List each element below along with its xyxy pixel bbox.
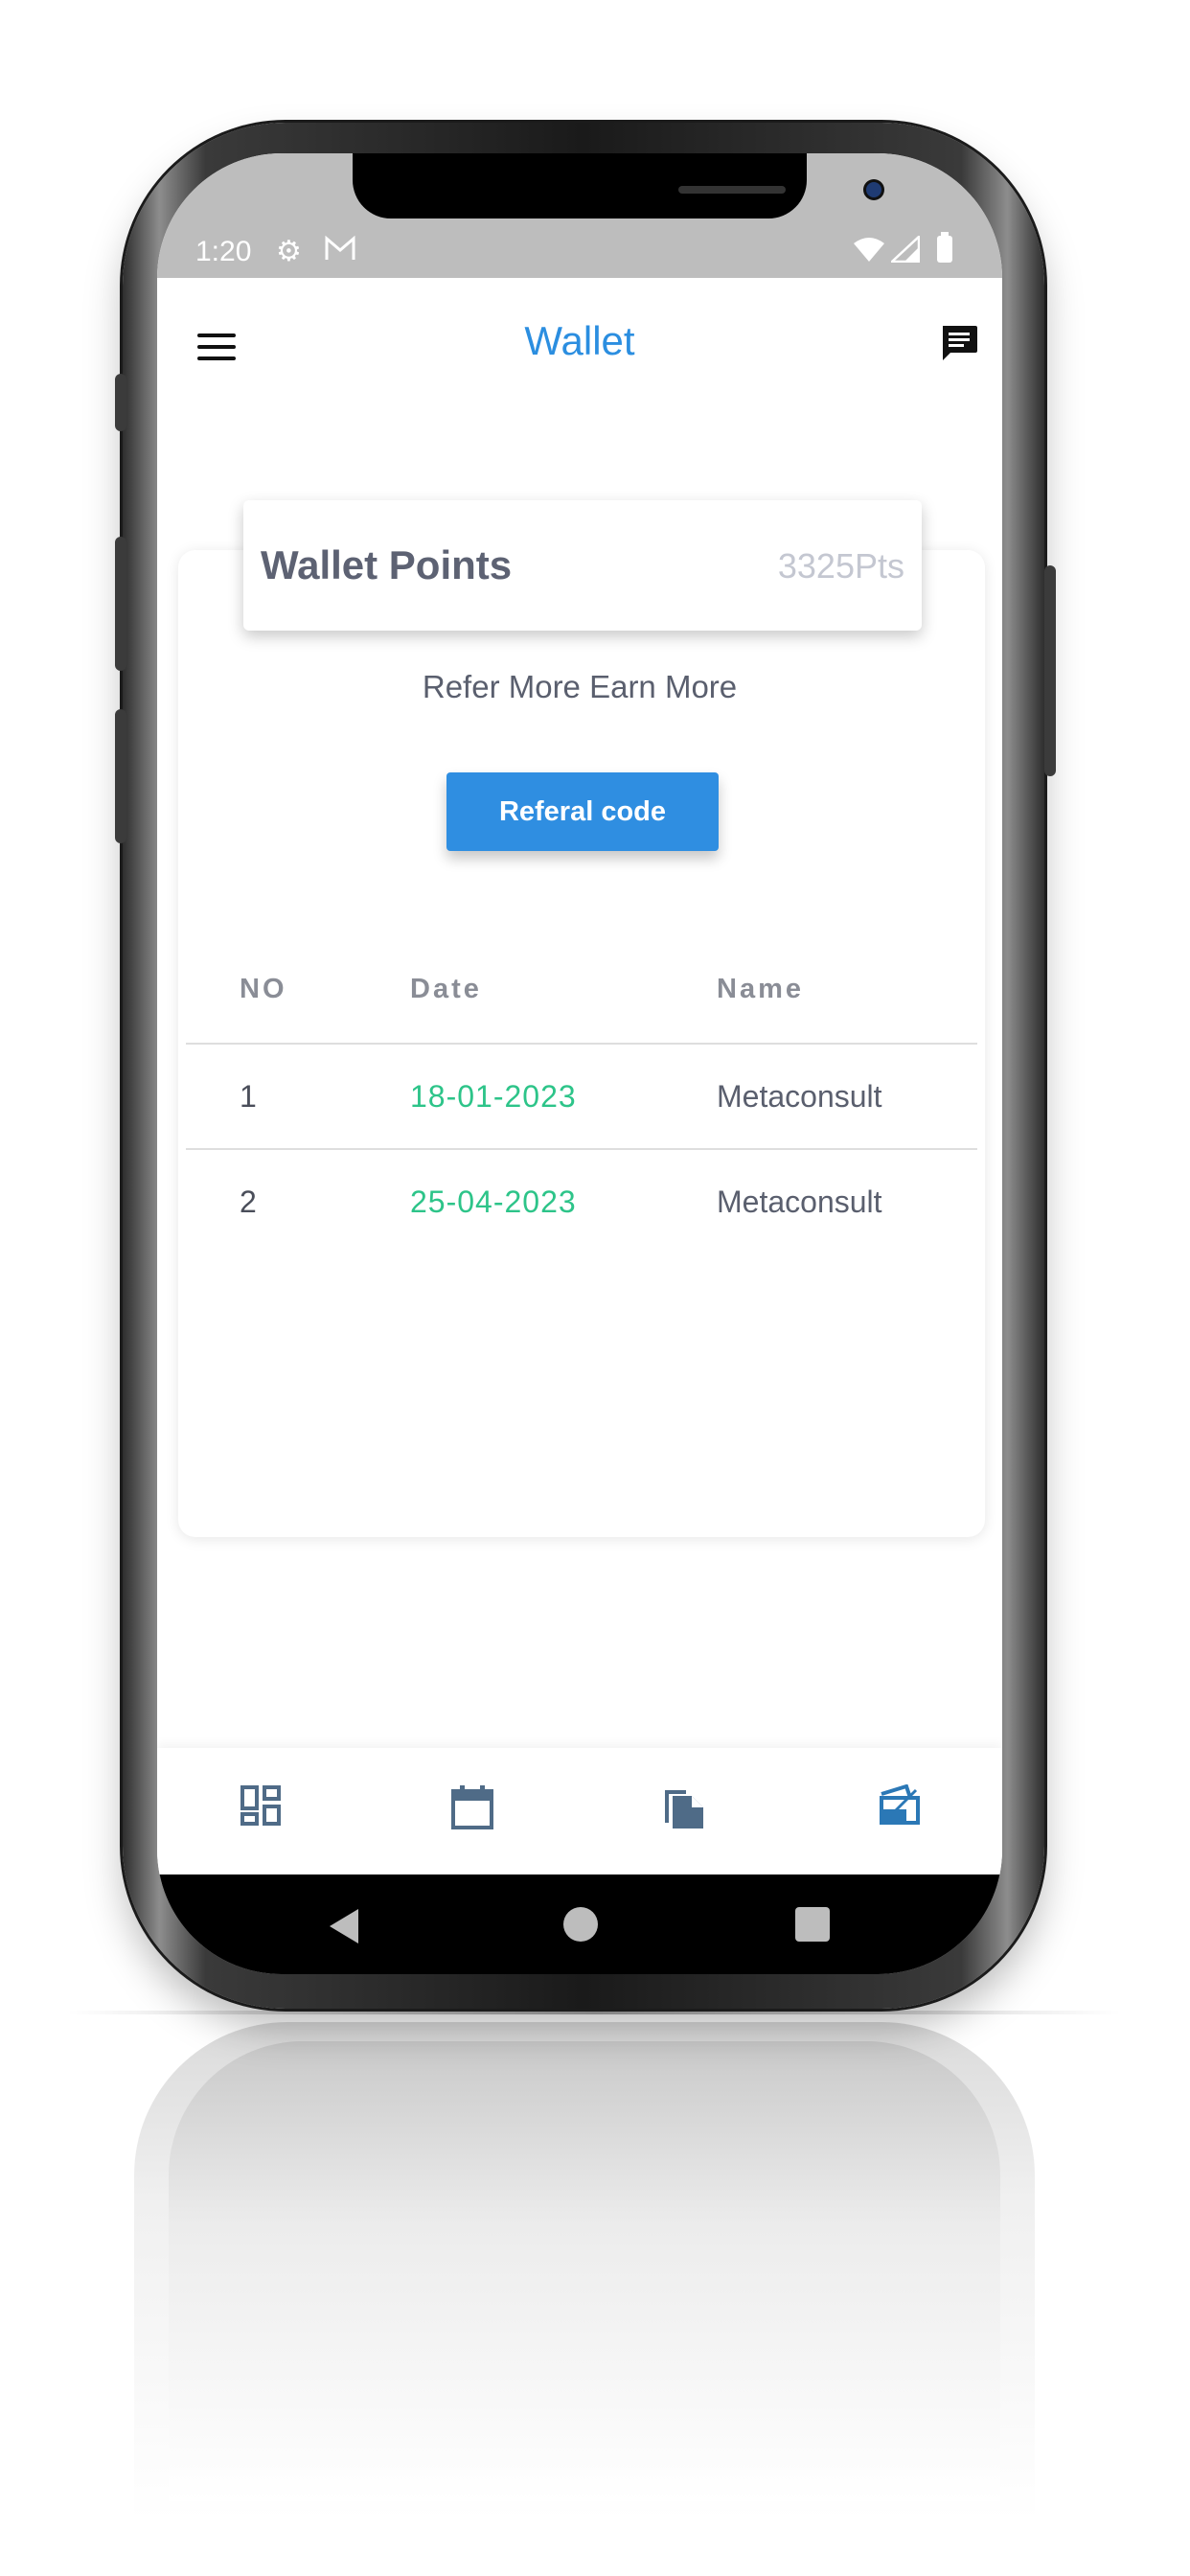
status-bar: 1:20 ⚙ — [157, 153, 1002, 278]
speaker — [678, 186, 786, 194]
recent-apps-icon[interactable] — [795, 1907, 830, 1942]
referral-table: NO Date Name 1 18-01-2023 Metaconsult 2 … — [186, 939, 977, 1254]
side-button-volume-down — [115, 709, 126, 843]
chat-icon[interactable] — [939, 324, 979, 366]
side-button-power — [1044, 565, 1056, 776]
signal-icon — [888, 234, 921, 266]
refer-tagline: Refer More Earn More — [422, 669, 738, 704]
floor-line — [67, 2011, 1121, 2014]
page-title: Wallet — [524, 318, 635, 363]
row-no: 1 — [240, 1079, 257, 1114]
dashboard-icon[interactable] — [240, 1784, 282, 1830]
back-icon[interactable] — [330, 1909, 358, 1944]
device-reflection-inner — [169, 2041, 1000, 2501]
calendar-icon[interactable] — [450, 1784, 494, 1834]
battery-icon — [937, 232, 952, 263]
documents-icon[interactable] — [663, 1784, 705, 1834]
header-name: Name — [717, 974, 804, 1004]
row-name: Metaconsult — [717, 1184, 882, 1219]
front-camera — [866, 182, 881, 197]
bottom-navigation — [157, 1748, 1002, 1874]
referral-code-button[interactable]: Referal code — [446, 772, 719, 851]
wallet-icon[interactable] — [878, 1783, 922, 1830]
wallet-points-label: Wallet Points — [261, 542, 513, 587]
table-header: NO Date Name — [186, 939, 977, 1045]
header-date: Date — [410, 974, 482, 1004]
gear-icon: ⚙ — [276, 235, 302, 268]
side-button-mute — [115, 374, 126, 431]
system-navigation-bar — [157, 1874, 1002, 1974]
phone-screen: 1:20 ⚙ Wallet Wallet Points 3325Pts Refe… — [157, 153, 1002, 1974]
wallet-points-box: Wallet Points 3325Pts — [243, 500, 922, 631]
app-bar: Wallet — [157, 278, 1002, 402]
row-no: 2 — [240, 1184, 257, 1219]
table-row: 1 18-01-2023 Metaconsult — [186, 1045, 977, 1150]
row-date: 18-01-2023 — [410, 1079, 577, 1114]
row-name: Metaconsult — [717, 1079, 882, 1114]
wifi-icon — [853, 236, 885, 266]
side-button-volume-up — [115, 537, 126, 671]
home-icon[interactable] — [563, 1907, 598, 1942]
table-row: 2 25-04-2023 Metaconsult — [186, 1150, 977, 1254]
status-time: 1:20 — [195, 236, 252, 267]
wallet-points-value: 3325Pts — [777, 546, 904, 586]
notch — [353, 153, 881, 218]
gmail-icon — [324, 234, 356, 268]
row-date: 25-04-2023 — [410, 1184, 577, 1219]
header-no: NO — [240, 974, 287, 1004]
